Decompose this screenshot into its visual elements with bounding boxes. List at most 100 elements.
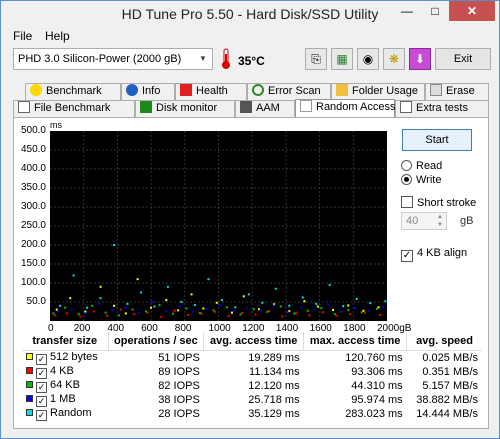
col-avg-speed: avg. speed (406, 332, 482, 351)
options-button[interactable]: ❋ (383, 48, 405, 70)
table-row: ✓ 1 MB 38 IOPS 25.718 ms 95.974 ms 38.882 MB/… (22, 393, 482, 407)
data-point (126, 302, 129, 305)
short-stroke-size-input[interactable]: 40 ▲ ▼ (401, 212, 447, 230)
copy-all-button[interactable]: ▦ (331, 48, 353, 70)
avg-access-cell: 19.289 ms (248, 351, 300, 364)
operations-cell: 38 IOPS (158, 393, 200, 406)
data-point (316, 305, 319, 308)
close-button[interactable]: ✕ (449, 1, 495, 21)
data-point (86, 306, 89, 309)
series-color-swatch (26, 394, 33, 402)
read-radio[interactable]: Read (401, 160, 442, 172)
data-point (193, 304, 196, 307)
avg-speed-cell: 14.444 MB/s (416, 407, 478, 420)
data-point (165, 310, 168, 313)
tab-aam[interactable]: AAM (235, 100, 295, 117)
menu-file[interactable]: File (13, 29, 32, 43)
align-4kb-checkbox[interactable]: ✓ 4 KB align (401, 247, 467, 262)
data-point (64, 306, 67, 309)
y-tick-label: 350.0 (20, 182, 46, 193)
transfer-size-cell[interactable]: ✓ Random (22, 407, 108, 421)
data-point (202, 307, 205, 310)
data-point (205, 308, 208, 311)
data-point (131, 308, 134, 311)
tab-health[interactable]: Health (175, 83, 247, 100)
settings-icon: ❋ (388, 52, 400, 66)
y-tick-label: 150.0 (20, 258, 46, 269)
tab-file-benchmark[interactable]: File Benchmark (13, 100, 135, 117)
data-point (234, 306, 237, 309)
tab-extra-tests[interactable]: Extra tests (395, 100, 489, 117)
series-checkbox[interactable]: ✓ (36, 409, 47, 421)
tab-benchmark[interactable]: Benchmark (25, 83, 121, 100)
avg-access-cell: 25.718 ms (248, 393, 300, 406)
y-tick-label: 300.0 (20, 201, 46, 212)
series-checkbox[interactable]: ✓ (36, 381, 47, 393)
data-point (113, 304, 116, 307)
tab-info[interactable]: Info (121, 83, 175, 100)
x-tick-label: 1800 (343, 323, 366, 334)
data-point (254, 313, 257, 316)
menu-help[interactable]: Help (45, 29, 70, 43)
maximize-button[interactable]: □ (421, 1, 449, 21)
transfer-size-cell[interactable]: ✓ 512 bytes (22, 350, 108, 365)
data-point (84, 312, 87, 315)
data-point (133, 313, 136, 316)
data-point (145, 310, 148, 313)
transfer-size-cell[interactable]: ✓ 64 KB (22, 379, 108, 393)
tab-random-access[interactable]: Random Access (295, 99, 395, 118)
spinner-arrows-icon[interactable]: ▲ ▼ (434, 213, 446, 229)
tab-erase[interactable]: Erase (425, 83, 489, 100)
avg-speed-cell: 0.025 MB/s (422, 351, 478, 364)
tab-error-scan[interactable]: Error Scan (247, 83, 331, 100)
max-access-cell: 283.023 ms (345, 407, 403, 420)
series-checkbox[interactable]: ✓ (36, 353, 47, 365)
col-avg-access: avg. access time (203, 332, 304, 351)
table-row: ✓ Random 28 IOPS 35.129 ms 283.023 ms 14.444 … (22, 407, 482, 421)
data-point (360, 311, 363, 314)
data-point (153, 305, 156, 308)
data-point (320, 307, 323, 310)
tab-disk-monitor[interactable]: Disk monitor (135, 100, 235, 117)
data-point (301, 296, 304, 299)
data-point (313, 308, 316, 311)
short-stroke-checkbox[interactable]: Short stroke (401, 196, 476, 209)
x-tick-label: 1400 (275, 323, 299, 334)
data-point (259, 308, 262, 311)
start-button[interactable]: Start (402, 129, 472, 151)
write-radio[interactable]: Write (401, 174, 441, 186)
avg-access-cell: 11.134 ms (249, 365, 300, 378)
series-checkbox[interactable]: ✓ (36, 395, 47, 407)
tab-folder-usage[interactable]: Folder Usage (331, 83, 425, 100)
copy-text-button[interactable]: ⎘ (305, 48, 327, 70)
data-point (99, 297, 102, 300)
transfer-size-cell[interactable]: ✓ 1 MB (22, 393, 108, 407)
data-point (239, 313, 242, 316)
results-header-row: transfer size operations / sec avg. acce… (22, 332, 482, 351)
chevron-down-icon: ▼ (199, 54, 207, 63)
transfer-size-cell[interactable]: ✓ 4 KB (22, 365, 108, 379)
series-color-swatch (26, 380, 33, 388)
transfer-size-label: 512 bytes (50, 350, 98, 363)
data-point (347, 308, 350, 311)
drive-select[interactable]: PHD 3.0 Silicon-Power (2000 gB) ▼ (13, 48, 213, 70)
save-button[interactable]: ⬇ (409, 48, 431, 70)
short-stroke-box (401, 196, 413, 208)
data-point (274, 287, 277, 290)
data-point (286, 311, 289, 314)
toolbar: PHD 3.0 Silicon-Power (2000 gB) ▼ 35°C ⎘… (1, 45, 499, 75)
max-access-cell: 95.974 ms (351, 393, 403, 406)
screenshot-button[interactable]: ◉ (357, 48, 379, 70)
random-access-icon (300, 100, 312, 112)
data-point (379, 313, 382, 316)
data-point (136, 278, 139, 281)
results-table: transfer size operations / sec avg. acce… (22, 332, 482, 421)
x-tick-label: 800 (174, 323, 192, 334)
data-point (369, 302, 372, 305)
series-checkbox[interactable]: ✓ (36, 367, 47, 379)
data-point (303, 300, 306, 303)
x-tick-label: 0 (48, 323, 54, 334)
minimize-button[interactable]: — (393, 1, 421, 21)
title-bar: HD Tune Pro 5.50 - Hard Disk/SSD Utility… (1, 1, 499, 27)
exit-button[interactable]: Exit (435, 48, 491, 70)
